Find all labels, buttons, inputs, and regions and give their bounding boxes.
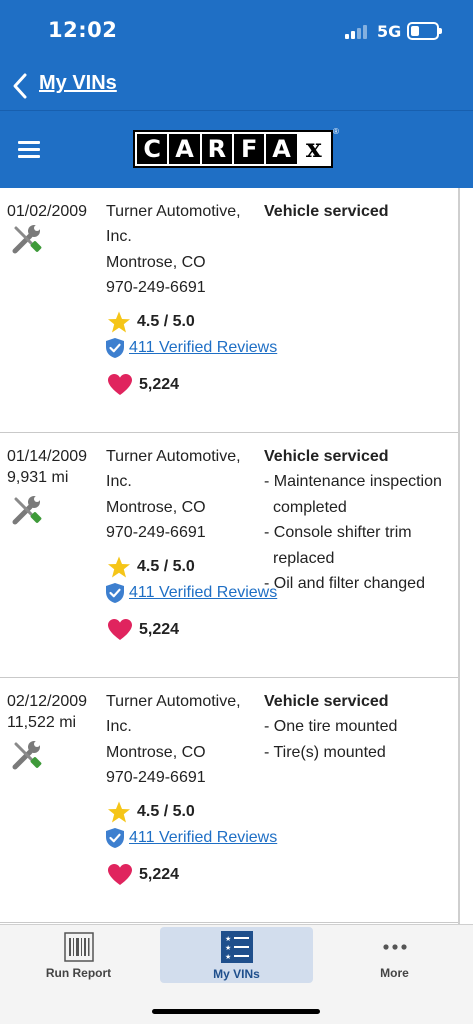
reviews[interactable]: 411 Verified Reviews xyxy=(105,827,277,849)
reviews[interactable]: 411 Verified Reviews xyxy=(105,337,277,359)
service-wrench-icon xyxy=(12,741,42,770)
back-link[interactable]: My VINs xyxy=(39,72,117,95)
carfax-logo: C A R F A x xyxy=(133,130,333,168)
record-source: Turner Automotive, Inc. Montrose, CO 970… xyxy=(106,689,256,791)
rating: 4.5 / 5.0 xyxy=(107,800,195,824)
heart-icon[interactable] xyxy=(107,863,133,887)
source-name-cont: Inc. xyxy=(106,718,132,736)
logo-letter: F xyxy=(233,134,265,164)
star-icon xyxy=(108,556,130,578)
tab-my-vins[interactable]: ★ ★ ★ My VINs xyxy=(160,927,313,983)
nav-bar: My VINs xyxy=(0,62,473,110)
reviews[interactable]: 411 Verified Reviews xyxy=(105,582,277,604)
verified-shield-icon xyxy=(106,583,124,603)
source-location: Montrose, CO xyxy=(106,498,206,516)
comment-detail: - Console shifter trim replaced xyxy=(264,524,412,567)
source-name: Turner Automotive, xyxy=(106,203,241,220)
svg-text:★: ★ xyxy=(225,944,231,952)
logo-letter: A xyxy=(169,134,200,164)
rating-value: 4.5 / 5.0 xyxy=(137,313,195,330)
comment-title: Vehicle serviced xyxy=(264,693,389,710)
source-name-cont: Inc. xyxy=(106,473,132,491)
rating: 4.5 / 5.0 xyxy=(107,555,195,579)
verified-reviews-link[interactable]: 411 Verified Reviews xyxy=(129,829,277,847)
source-name: Turner Automotive, xyxy=(106,693,241,710)
record-date: 01/02/2009 xyxy=(7,203,88,220)
home-indicator xyxy=(152,1009,320,1014)
tab-more[interactable]: More xyxy=(318,927,471,983)
verified-shield-icon xyxy=(106,828,124,848)
svg-text:★: ★ xyxy=(225,935,231,943)
source-phone[interactable]: 970-249-6691 xyxy=(106,765,256,790)
heart-icon[interactable] xyxy=(107,373,133,397)
record-comments: Vehicle serviced - Maintenance inspectio… xyxy=(264,444,454,596)
verified-shield-icon xyxy=(106,338,124,358)
battery-icon xyxy=(407,22,442,40)
source-location: Montrose, CO xyxy=(106,253,206,271)
tab-run-report[interactable]: Run Report xyxy=(2,927,155,983)
svg-text:★: ★ xyxy=(225,953,231,961)
history-record: 01/02/2009 Turner Automotive, Inc. Montr… xyxy=(0,188,458,433)
comment-title: Vehicle serviced xyxy=(264,448,389,465)
rating: 4.5 / 5.0 xyxy=(107,310,195,334)
back-chevron-icon[interactable] xyxy=(12,72,28,100)
record-comments: Vehicle serviced xyxy=(264,199,454,224)
service-wrench-icon xyxy=(12,225,42,254)
record-source: Turner Automotive, Inc. Montrose, CO 970… xyxy=(106,444,256,546)
service-wrench-icon xyxy=(12,496,42,525)
favorites-count: 5,224 xyxy=(139,621,180,638)
logo-letter: C xyxy=(137,134,168,164)
verified-reviews-link[interactable]: 411 Verified Reviews xyxy=(129,339,277,357)
favorites[interactable]: 5,224 xyxy=(107,863,179,887)
tab-label: My VINs xyxy=(213,967,260,981)
record-date: 02/12/2009 xyxy=(7,693,88,710)
logo-letter: R xyxy=(201,134,232,164)
heart-icon[interactable] xyxy=(107,618,133,642)
history-record: 01/14/2009 9,931 mi Turner Automotive, I… xyxy=(0,433,458,678)
barcode-icon xyxy=(63,932,94,962)
record-comments: Vehicle serviced - One tire mounted - Ti… xyxy=(264,689,454,765)
list-icon: ★ ★ ★ xyxy=(220,931,253,963)
comment-detail: - One tire mounted xyxy=(264,718,398,736)
logo-letter: x xyxy=(298,134,329,164)
comment-detail: - Maintenance inspection completed xyxy=(264,473,442,516)
history-record: 02/12/2009 11,522 mi Turner Automotive, … xyxy=(0,678,458,923)
status-time: 12:02 xyxy=(48,18,118,42)
logo-letter: A xyxy=(266,134,297,164)
source-location: Montrose, CO xyxy=(106,743,206,761)
record-date: 01/14/2009 xyxy=(7,448,88,465)
logo-registered-mark: ® xyxy=(333,127,339,136)
favorites-count: 5,224 xyxy=(139,376,180,393)
star-icon xyxy=(108,801,130,823)
record-odometer: 9,931 mi xyxy=(7,469,69,486)
source-name-cont: Inc. xyxy=(106,228,132,246)
rating-value: 4.5 / 5.0 xyxy=(137,803,195,820)
comment-detail: - Tire(s) mounted xyxy=(264,743,386,761)
tab-label: More xyxy=(380,966,409,980)
favorites[interactable]: 5,224 xyxy=(107,373,179,397)
record-odometer: 11,522 mi xyxy=(7,714,77,731)
tab-label: Run Report xyxy=(45,966,112,980)
network-type: 5G xyxy=(377,22,402,41)
favorites[interactable]: 5,224 xyxy=(107,618,179,642)
source-phone[interactable]: 970-249-6691 xyxy=(106,275,256,300)
rating-value: 4.5 / 5.0 xyxy=(137,558,195,575)
favorites-count: 5,224 xyxy=(139,866,180,883)
source-phone[interactable]: 970-249-6691 xyxy=(106,520,256,545)
signal-icon xyxy=(345,25,369,39)
hamburger-menu-icon[interactable] xyxy=(18,141,40,158)
app-header: C A R F A x ® xyxy=(0,110,473,188)
record-source: Turner Automotive, Inc. Montrose, CO 970… xyxy=(106,199,256,301)
history-records-list[interactable]: 01/02/2009 Turner Automotive, Inc. Montr… xyxy=(0,188,473,924)
star-icon xyxy=(108,311,130,333)
status-bar: 12:02 5G xyxy=(0,0,473,62)
source-name: Turner Automotive, xyxy=(106,448,241,465)
comment-title: Vehicle serviced xyxy=(264,203,389,220)
more-dots-icon xyxy=(382,944,407,950)
scrollbar[interactable] xyxy=(458,188,460,924)
comment-detail: - Oil and filter changed xyxy=(264,575,425,593)
verified-reviews-link[interactable]: 411 Verified Reviews xyxy=(129,584,277,602)
